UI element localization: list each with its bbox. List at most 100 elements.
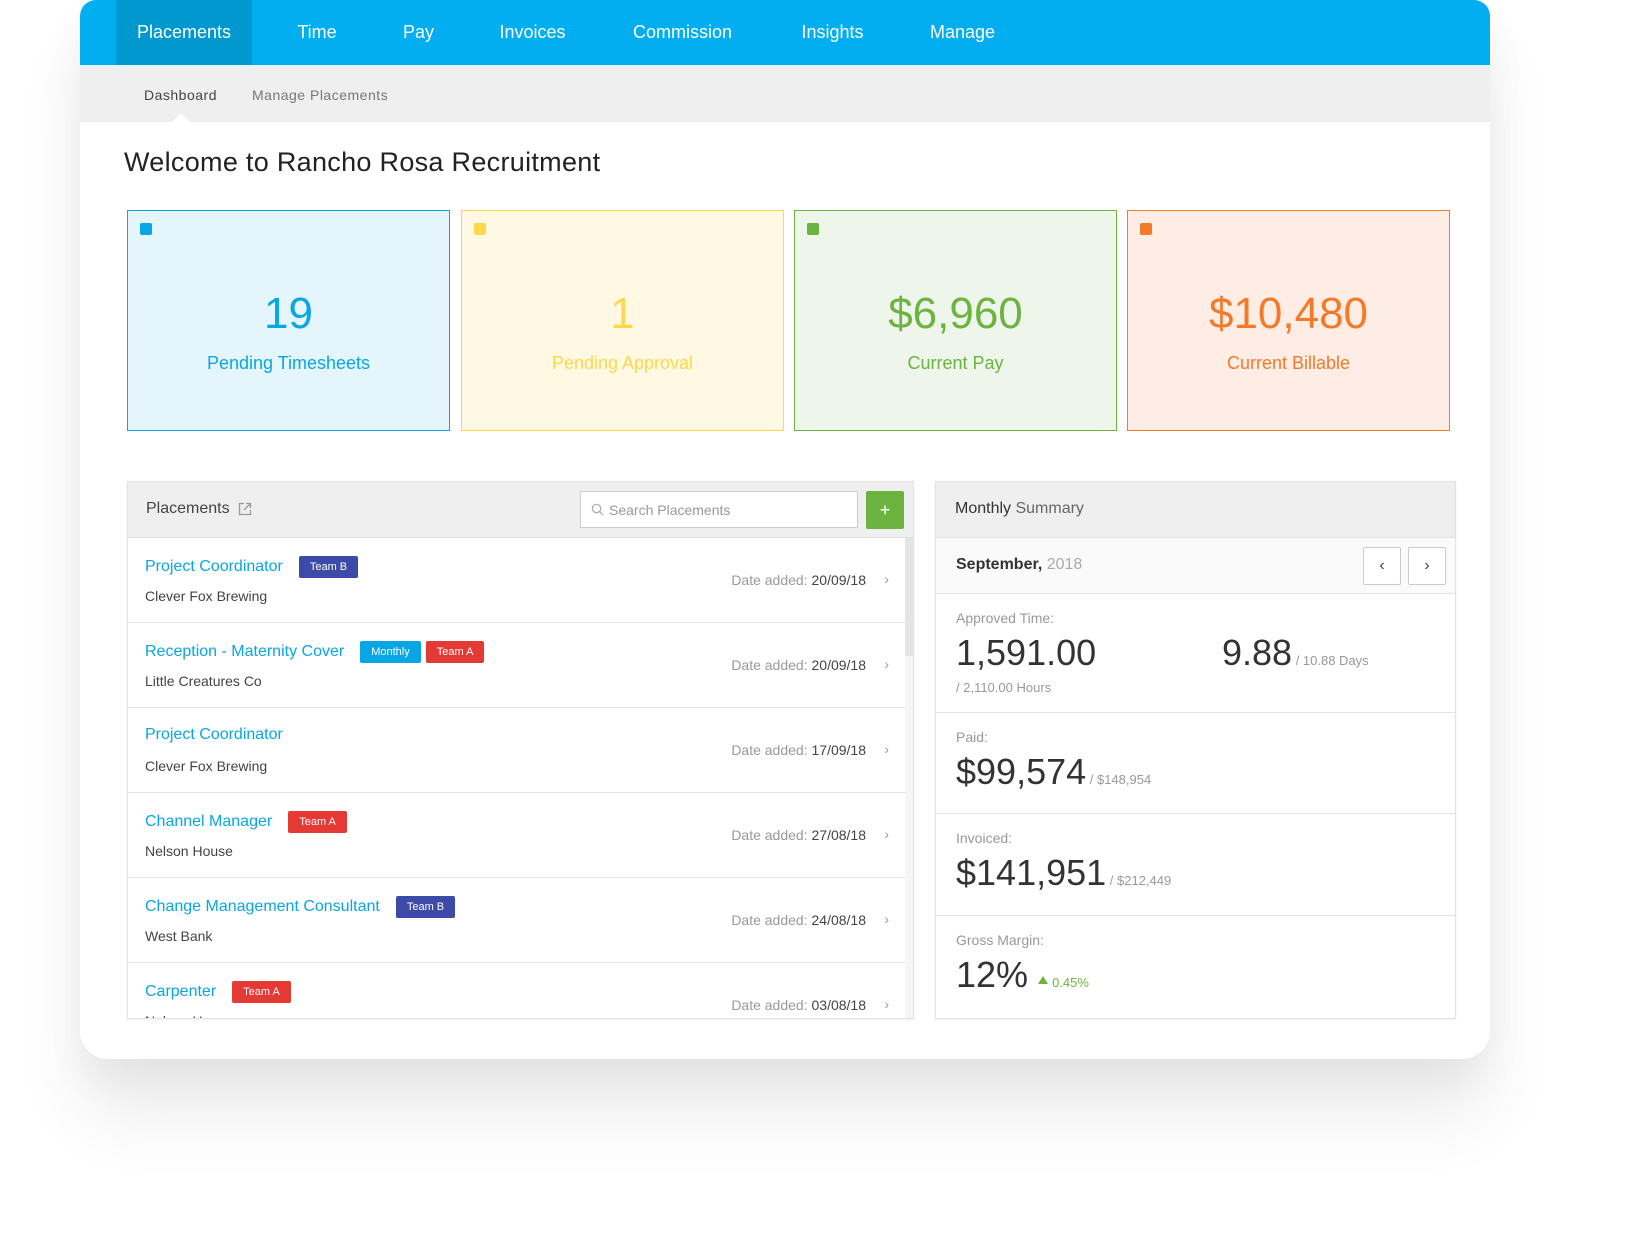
date-prefix: Date added: [731,912,808,928]
date-prefix: Date added: [731,997,808,1013]
gross-margin-metric: Gross Margin: 12% 0.45% [936,916,1455,1019]
nav-insights[interactable]: Insights [755,0,910,65]
date-prefix: Date added: [731,657,808,673]
tag-badge: Team A [288,811,347,833]
invoiced-metric: Invoiced: $141,951 / $212,449 [936,814,1455,916]
placement-row[interactable]: Change Management Consultant Team B West … [128,878,906,963]
placement-row[interactable]: Reception - Maternity Cover Monthly Team A… [128,623,906,708]
chevron-right-icon[interactable]: › [884,571,889,587]
stat-card-pending-approval[interactable]: 1 Pending Approval [461,210,784,431]
gross-margin-line: 12% 0.45% [956,954,1089,996]
search-icon [591,503,604,516]
stat-value: $10,480 [1208,289,1369,338]
paid-amount: $99,574 [956,751,1087,792]
nav-commission[interactable]: Commission [610,0,755,65]
gross-margin-delta: 0.45% [1052,975,1089,990]
tag-badge: Team A [425,641,485,663]
top-nav: Placements Time Pay Invoices Commission … [80,0,1490,65]
placement-job-link[interactable]: Carpenter [145,983,216,1001]
gross-margin-value: 12% [956,954,1029,995]
stat-label: Current Billable [1226,353,1351,373]
date-value: 17/09/18 [811,742,867,758]
stat-label: Pending Approval [551,353,694,373]
placement-title-line: Reception - Maternity Cover Monthly Team A [145,641,489,663]
placement-date: Date added: 27/08/18 [731,827,866,843]
tag-badge: Team B [298,556,359,578]
placements-panel: Placements + Project Coordinator Team B C… [127,481,914,1019]
placement-title-line: Carpenter Team A [145,981,296,1003]
nav-time[interactable]: Time [252,0,382,65]
placement-company: Clever Fox Brewing [145,758,268,774]
placement-row[interactable]: Channel Manager Team A Nelson House Date … [128,793,906,878]
placement-job-link[interactable]: Project Coordinator [145,558,283,576]
placement-job-link[interactable]: Channel Manager [145,813,272,831]
color-dot-icon [807,223,819,235]
placement-company: Nelson House [145,843,233,859]
date-value: 03/08/18 [811,997,867,1013]
placements-header: Placements + [128,482,913,538]
list-scrollbar[interactable] [905,538,913,1018]
placement-title-line: Project Coordinator Team B [145,556,363,578]
placements-title: Placements [146,500,230,517]
approved-days-value: 9.88 [1222,632,1293,673]
date-value: 20/09/18 [811,657,867,673]
placement-row[interactable]: Project Coordinator Team B Clever Fox Bre… [128,538,906,623]
month-year: 2018 [1042,556,1083,573]
month-selector: September, 2018 ‹ › [936,538,1455,594]
nav-placements[interactable]: Placements [116,0,252,65]
summary-title: Monthly Summary [955,500,1084,518]
sub-nav: Dashboard Manage Placements [80,65,1490,122]
color-dot-icon [140,223,152,235]
search-placements-input[interactable] [609,492,849,527]
paid-total: / $148,954 [1086,772,1152,787]
nav-manage[interactable]: Manage [910,0,1015,65]
placement-date: Date added: 20/09/18 [731,572,866,588]
date-prefix: Date added: [731,572,808,588]
chevron-right-icon[interactable]: › [884,741,889,757]
add-placement-button[interactable]: + [866,491,904,529]
nav-invoices[interactable]: Invoices [455,0,610,65]
chevron-right-icon[interactable]: › [884,656,889,672]
approved-time-metric: Approved Time: 1,591.00 / 2,110.00 Hours… [936,594,1455,713]
subnav-manage-placements[interactable]: Manage Placements [252,87,388,103]
placement-row[interactable]: Project Coordinator Clever Fox Brewing D… [128,708,906,793]
gross-margin-label: Gross Margin: [956,932,1044,948]
placement-job-link[interactable]: Project Coordinator [145,726,283,744]
approved-time-label: Approved Time: [956,610,1055,626]
placement-row[interactable]: Carpenter Team A Nelson House Date added:… [128,963,906,1018]
placement-company: Clever Fox Brewing [145,588,268,604]
chevron-left-icon: ‹ [1379,557,1385,574]
stat-card-current-pay[interactable]: $6,960 Current Pay [794,210,1117,431]
current-month: September, 2018 [956,556,1082,574]
subnav-dashboard[interactable]: Dashboard [144,87,217,103]
date-prefix: Date added: [731,742,808,758]
stat-label: Pending Timesheets [206,353,371,373]
monthly-summary-panel: Monthly Summary September, 2018 ‹ › Appr… [935,481,1456,1019]
approved-hours-value: 1,591.00 [956,632,1097,673]
summary-title-rest: Summary [1011,500,1084,517]
nav-pay[interactable]: Pay [382,0,455,65]
placement-job-link[interactable]: Reception - Maternity Cover [145,643,344,661]
approved-days-total: / 10.88 Days [1292,653,1369,668]
invoiced-amount: $141,951 [956,852,1107,893]
invoiced-amount-line: $141,951 / $212,449 [956,852,1171,894]
placement-title-line: Channel Manager Team A [145,811,352,833]
scrollbar-thumb[interactable] [905,538,913,656]
date-prefix: Date added: [731,827,808,843]
paid-label: Paid: [956,729,988,745]
placement-job-link[interactable]: Change Management Consultant [145,898,380,916]
stat-label: Current Pay [907,353,1004,373]
prev-month-button[interactable]: ‹ [1363,547,1401,585]
stat-card-pending-timesheets[interactable]: 19 Pending Timesheets [127,210,450,431]
chevron-right-icon[interactable]: › [884,826,889,842]
paid-amount-line: $99,574 / $148,954 [956,751,1151,793]
placements-list: Project Coordinator Team B Clever Fox Bre… [128,538,906,1018]
next-month-button[interactable]: › [1408,547,1446,585]
external-link-icon[interactable] [238,502,252,516]
trend-up-icon [1038,976,1049,984]
stat-value: 1 [610,289,635,338]
chevron-right-icon[interactable]: › [884,996,889,1012]
stat-card-current-billable[interactable]: $10,480 Current Billable [1127,210,1450,431]
placement-company: West Bank [145,928,213,944]
chevron-right-icon[interactable]: › [884,911,889,927]
